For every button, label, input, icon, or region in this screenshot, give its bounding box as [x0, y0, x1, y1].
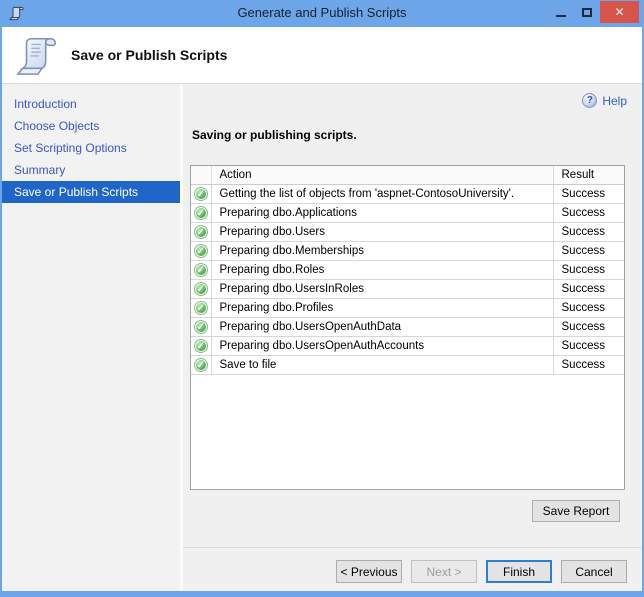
- wizard-steps: IntroductionChoose ObjectsSet Scripting …: [2, 85, 180, 591]
- window-body: Save or Publish Scripts IntroductionChoo…: [2, 27, 642, 591]
- sidebar-item-choose-objects[interactable]: Choose Objects: [2, 115, 180, 137]
- page-title: Save or Publish Scripts: [71, 47, 227, 63]
- help-icon: ?: [582, 93, 597, 108]
- sidebar-item-summary[interactable]: Summary: [2, 159, 180, 181]
- success-check-icon: ✓: [194, 320, 208, 334]
- sidebar-item-save-or-publish-scripts[interactable]: Save or Publish Scripts: [2, 181, 180, 203]
- sidebar-item-introduction[interactable]: Introduction: [2, 93, 180, 115]
- close-icon: ✕: [614, 5, 624, 19]
- next-button[interactable]: Next >: [411, 560, 477, 583]
- table-row[interactable]: ✓Preparing dbo.ApplicationsSuccess: [191, 203, 624, 222]
- status-icon-cell: ✓: [191, 336, 211, 355]
- minimize-button[interactable]: [548, 1, 574, 23]
- table-row[interactable]: ✓Preparing dbo.RolesSuccess: [191, 260, 624, 279]
- result-cell: Success: [553, 298, 624, 317]
- table-row[interactable]: ✓Preparing dbo.UsersOpenAuthAccountsSucc…: [191, 336, 624, 355]
- success-check-icon: ✓: [194, 225, 208, 239]
- success-check-icon: ✓: [194, 263, 208, 277]
- table-row[interactable]: ✓Preparing dbo.UsersOpenAuthDataSuccess: [191, 317, 624, 336]
- sidebar-item-set-scripting-options[interactable]: Set Scripting Options: [2, 137, 180, 159]
- action-cell: Save to file: [211, 355, 553, 374]
- action-cell: Preparing dbo.Users: [211, 222, 553, 241]
- result-cell: Success: [553, 260, 624, 279]
- action-cell: Preparing dbo.Profiles: [211, 298, 553, 317]
- table-row[interactable]: ✓Preparing dbo.UsersSuccess: [191, 222, 624, 241]
- status-icon-cell: ✓: [191, 203, 211, 222]
- action-cell: Getting the list of objects from 'aspnet…: [211, 184, 553, 203]
- result-cell: Success: [553, 222, 624, 241]
- close-button[interactable]: ✕: [600, 1, 639, 23]
- table-header-row: Action Result: [191, 166, 624, 184]
- result-cell: Success: [553, 203, 624, 222]
- finish-button[interactable]: Finish: [486, 560, 552, 583]
- action-cell: Preparing dbo.Roles: [211, 260, 553, 279]
- table-row[interactable]: ✓Preparing dbo.MembershipsSuccess: [191, 241, 624, 260]
- status-icon-cell: ✓: [191, 355, 211, 374]
- table-row[interactable]: ✓Preparing dbo.ProfilesSuccess: [191, 298, 624, 317]
- success-check-icon: ✓: [194, 339, 208, 353]
- status-icon-cell: ✓: [191, 298, 211, 317]
- result-cell: Success: [553, 317, 624, 336]
- page-header: Save or Publish Scripts: [2, 27, 642, 84]
- table-row[interactable]: ✓Save to fileSuccess: [191, 355, 624, 374]
- success-check-icon: ✓: [194, 301, 208, 315]
- action-cell: Preparing dbo.UsersOpenAuthData: [211, 317, 553, 336]
- success-check-icon: ✓: [194, 187, 208, 201]
- success-check-icon: ✓: [194, 282, 208, 296]
- help-link[interactable]: ? Help: [582, 93, 627, 108]
- results-table: Action Result ✓Getting the list of objec…: [190, 165, 625, 490]
- action-cell: Preparing dbo.UsersOpenAuthAccounts: [211, 336, 553, 355]
- status-text: Saving or publishing scripts.: [192, 128, 357, 142]
- action-cell: Preparing dbo.Memberships: [211, 241, 553, 260]
- result-cell: Success: [553, 241, 624, 260]
- result-cell: Success: [553, 355, 624, 374]
- window-controls: ✕: [548, 1, 639, 23]
- help-label: Help: [602, 94, 627, 108]
- status-icon-cell: ✓: [191, 317, 211, 336]
- wizard-window: Generate and Publish Scripts ✕: [0, 0, 644, 597]
- result-cell: Success: [553, 279, 624, 298]
- scroll-icon: [15, 31, 61, 79]
- minimize-icon: [556, 15, 566, 17]
- result-column-header: Result: [553, 166, 624, 184]
- status-icon-cell: ✓: [191, 279, 211, 298]
- cancel-button[interactable]: Cancel: [561, 560, 627, 583]
- status-icon-cell: ✓: [191, 222, 211, 241]
- footer: < Previous Next > Finish Cancel: [183, 547, 642, 591]
- results-table-body: ✓Getting the list of objects from 'aspne…: [191, 184, 624, 374]
- action-cell: Preparing dbo.UsersInRoles: [211, 279, 553, 298]
- success-check-icon: ✓: [194, 206, 208, 220]
- maximize-button[interactable]: [574, 1, 600, 23]
- status-icon-cell: ✓: [191, 260, 211, 279]
- table-row[interactable]: ✓Getting the list of objects from 'aspne…: [191, 184, 624, 203]
- result-cell: Success: [553, 184, 624, 203]
- maximize-icon: [582, 8, 592, 17]
- table-row[interactable]: ✓Preparing dbo.UsersInRolesSuccess: [191, 279, 624, 298]
- action-cell: Preparing dbo.Applications: [211, 203, 553, 222]
- status-icon-cell: ✓: [191, 241, 211, 260]
- previous-button[interactable]: < Previous: [336, 560, 402, 583]
- success-check-icon: ✓: [194, 244, 208, 258]
- action-column-header: Action: [211, 166, 553, 184]
- success-check-icon: ✓: [194, 358, 208, 372]
- save-report-button[interactable]: Save Report: [532, 500, 620, 522]
- titlebar[interactable]: Generate and Publish Scripts ✕: [0, 0, 644, 27]
- icon-column-header: [191, 166, 211, 184]
- result-cell: Success: [553, 336, 624, 355]
- content-pane: ? Help Saving or publishing scripts. Act…: [183, 85, 642, 547]
- status-icon-cell: ✓: [191, 184, 211, 203]
